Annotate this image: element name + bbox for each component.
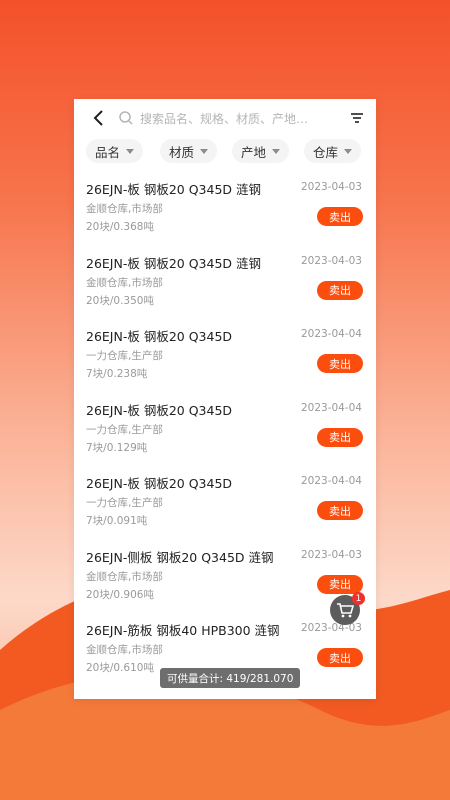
list-item[interactable]: 26EJN-侧板 钢板20 Q345D 涟钢 2023-04-03 金顺仓库,市… — [74, 539, 376, 613]
item-location: 一力仓库,生产部 — [86, 423, 163, 436]
sell-button[interactable]: 卖出 — [317, 427, 363, 447]
item-title: 26EJN-板 钢板20 Q345D 涟钢 — [86, 182, 262, 197]
filter-chips: 品名 材质 产地 仓库 — [74, 139, 376, 165]
item-title: 26EJN-板 钢板20 Q345D — [86, 476, 233, 491]
back-button[interactable] — [84, 99, 114, 137]
cart-badge: 1 — [352, 592, 365, 605]
list-item[interactable]: 26EJN-板 钢板20 Q345D 2023-04-04 一力仓库,生产部 7… — [74, 465, 376, 539]
item-date: 2023-04-03 — [300, 548, 362, 561]
filter-chip-product-name[interactable]: 品名 — [86, 139, 144, 163]
caret-down-icon — [344, 148, 353, 154]
item-quantity: 20块/0.906吨 — [86, 588, 154, 601]
item-date: 2023-04-04 — [300, 328, 362, 340]
item-quantity: 7块/0.091吨 — [86, 515, 148, 527]
item-title: 26EJN-板 钢板20 Q345D — [86, 329, 233, 344]
sell-button[interactable]: 卖出 — [317, 280, 363, 300]
caret-down-icon — [126, 148, 135, 154]
sell-button[interactable]: 卖出 — [317, 354, 363, 373]
item-title: 26EJN-板 钢板20 Q345D — [86, 402, 233, 418]
item-location: 金顺仓库,市场部 — [86, 203, 163, 215]
sell-button[interactable]: 卖出 — [317, 207, 363, 226]
filter-icon — [351, 113, 363, 123]
item-location: 一力仓库,生产部 — [86, 497, 163, 509]
sell-button[interactable]: 卖出 — [317, 501, 363, 520]
item-quantity: 7块/0.129吨 — [86, 441, 148, 454]
filter-chip-label: 品名 — [95, 144, 121, 160]
filter-chip-origin[interactable]: 产地 — [232, 139, 290, 163]
filter-button[interactable] — [342, 99, 372, 137]
supply-total-label: 可供量合计: 419/281.070 — [160, 668, 301, 688]
item-location: 金顺仓库,市场部 — [86, 276, 163, 289]
caret-down-icon — [272, 148, 281, 154]
list-item[interactable]: 26EJN-板 钢板20 Q345D 涟钢 2023-04-03 金顺仓库,市场… — [74, 245, 376, 319]
search-placeholder: 搜索品名、规格、材质、产地… — [140, 111, 309, 126]
search-icon — [119, 111, 133, 125]
filter-chip-label: 产地 — [241, 144, 267, 160]
search-input[interactable]: 搜索品名、规格、材质、产地… — [118, 104, 342, 132]
item-title: 26EJN-筋板 钢板40 HPB300 涟钢 — [86, 623, 280, 638]
item-location: 金顺仓库,市场部 — [86, 570, 163, 583]
sell-button[interactable]: 卖出 — [317, 574, 363, 594]
item-title: 26EJN-侧板 钢板20 Q345D 涟钢 — [86, 549, 274, 565]
item-quantity: 20块/0.610吨 — [86, 662, 154, 674]
cart-icon — [337, 603, 354, 618]
item-quantity: 20块/0.368吨 — [86, 221, 154, 233]
item-quantity: 20块/0.350吨 — [86, 294, 154, 307]
caret-down-icon — [200, 148, 209, 154]
filter-chip-label: 材质 — [169, 144, 195, 160]
filter-chip-warehouse[interactable]: 仓库 — [304, 139, 362, 163]
filter-chip-material[interactable]: 材质 — [160, 139, 218, 163]
list-item[interactable]: 26EJN-板 钢板20 Q345D 2023-04-04 一力仓库,生产部 7… — [74, 392, 376, 466]
item-location: 一力仓库,生产部 — [86, 350, 163, 362]
item-date: 2023-04-04 — [300, 475, 362, 487]
item-quantity: 7块/0.238吨 — [86, 368, 148, 380]
filter-chip-label: 仓库 — [313, 144, 339, 160]
item-date: 2023-04-03 — [300, 622, 362, 634]
item-title: 26EJN-板 钢板20 Q345D 涟钢 — [86, 255, 262, 271]
item-date: 2023-04-03 — [300, 254, 362, 267]
list-item[interactable]: 26EJN-板 钢板20 Q345D 涟钢 2023-04-03 金顺仓库,市场… — [74, 171, 376, 245]
sell-button[interactable]: 卖出 — [317, 648, 363, 667]
list-item[interactable]: 26EJN-板 钢板20 Q345D 2023-04-04 一力仓库,生产部 7… — [74, 318, 376, 392]
chevron-left-icon — [93, 110, 103, 126]
item-location: 金顺仓库,市场部 — [86, 644, 163, 656]
item-date: 2023-04-04 — [300, 401, 362, 414]
item-date: 2023-04-03 — [300, 181, 362, 193]
top-bar: 搜索品名、规格、材质、产地… — [74, 99, 376, 137]
